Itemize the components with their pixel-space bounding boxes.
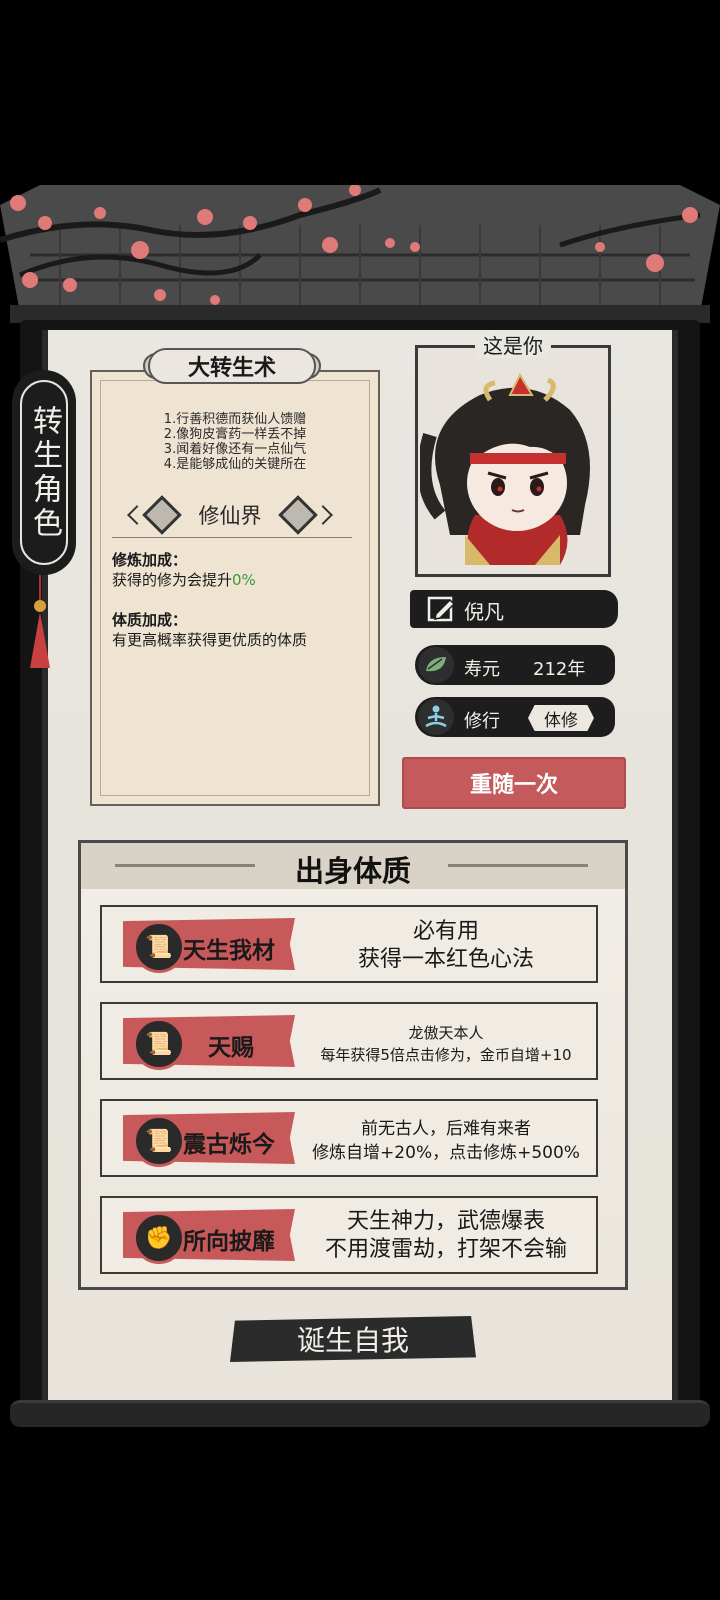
trait-desc-line: 修炼自增+20%，点击修炼+500% [312,1143,580,1163]
realm-row: 修仙界 [127,495,333,535]
scroll-icon: 📜 [133,1018,185,1070]
diamond-ornament-right [278,495,333,535]
info-line: 4.是能够成仙的关键所在 [163,457,307,472]
side-tag-frame: 转生角色 [20,380,68,565]
realm-label: 修仙界 [198,504,262,528]
edit-name-icon[interactable] [426,594,456,624]
info-title-plate: 大转生术 [148,348,316,384]
trait-desc-line: 不用渡雷劫，打架不会输 [324,1237,567,1262]
trait-desc-line: 必有用 [412,919,479,944]
cultivation-type-badge: 体修 [528,705,594,731]
constitution-bonus: 体质加成： 有更高概率获得更优质的体质 [112,610,372,650]
trait-desc-line: 天生神力，武德爆表 [346,1209,545,1234]
trait-desc-line: 每年获得5倍点击修为，金币自增+10 [320,1046,572,1064]
info-title: 大转生术 [187,356,276,381]
constitution-bonus-text: 有更高概率获得更优质的体质 [112,631,308,649]
origin-title: 出身体质 [294,854,411,888]
scroll-icon: 📜 [133,1115,185,1167]
reroll-button[interactable]: 重随一次 [402,757,626,809]
trait-name: 天生我材 [183,938,275,964]
info-line: 3.闻着好像还有一点仙气 [163,442,307,457]
tassel-knot [34,600,46,612]
portrait-label: 这是你 [415,330,611,359]
lifespan-value: 212年 [533,659,586,680]
scroll-icon: 📜 [133,921,185,973]
cultivation-bonus-value: 0% [232,571,256,589]
trait-name: 震古烁今 [183,1132,275,1158]
trait-description: 前无古人，后难有来者 修炼自增+20%，点击修炼+500% [296,1117,596,1165]
character-avatar [420,372,590,565]
lifespan-label: 寿元 [464,659,500,680]
trait-description: 必有用 获得一本红色心法 [296,918,596,974]
constitution-bonus-heading: 体质加成： [112,611,188,629]
trait-description: 龙傲天本人 每年获得5倍点击修为，金币自增+10 [296,1022,596,1066]
trait-desc-line: 前无古人，后难有来者 [361,1119,531,1139]
trait-description: 天生神力，武德爆表 不用渡雷劫，打架不会输 [296,1208,596,1264]
info-description: 1.行善积德而获仙人馈赠 2.像狗皮膏药一样丢不掉 3.闻着好像还有一点仙气 4… [100,412,370,472]
trait-name: 所向披靡 [183,1229,275,1255]
cultivation-bonus-heading: 修炼加成： [112,551,188,569]
tassel-cord [39,575,41,603]
tassel-icon [30,612,50,668]
leaf-icon [418,647,454,683]
trait-name: 天赐 [208,1035,254,1061]
cultivation-type: 体修 [544,710,578,731]
portrait-label-text: 这是你 [477,334,549,358]
cultivation-bonus-text: 获得的修为会提升 [112,571,233,589]
diamond-ornament-left [127,495,182,535]
panel-base [10,1400,710,1427]
fist-icon: ✊ [133,1212,185,1264]
info-line: 1.行善积德而获仙人馈赠 [163,412,307,427]
character-name: 倪凡 [464,600,504,624]
side-tag-label: 转生角色 [27,404,62,541]
info-line: 2.像狗皮膏药一样丢不掉 [163,427,307,442]
meditation-icon [418,699,454,735]
confirm-birth-button[interactable]: 诞生自我 [230,1316,476,1362]
cultivation-label: 修行 [464,711,500,732]
trait-desc-line: 龙傲天本人 [408,1024,484,1042]
cultivation-bonus: 修炼加成： 获得的修为会提升0% [112,550,372,590]
divider [112,537,352,538]
trait-desc-line: 获得一本红色心法 [357,947,534,972]
